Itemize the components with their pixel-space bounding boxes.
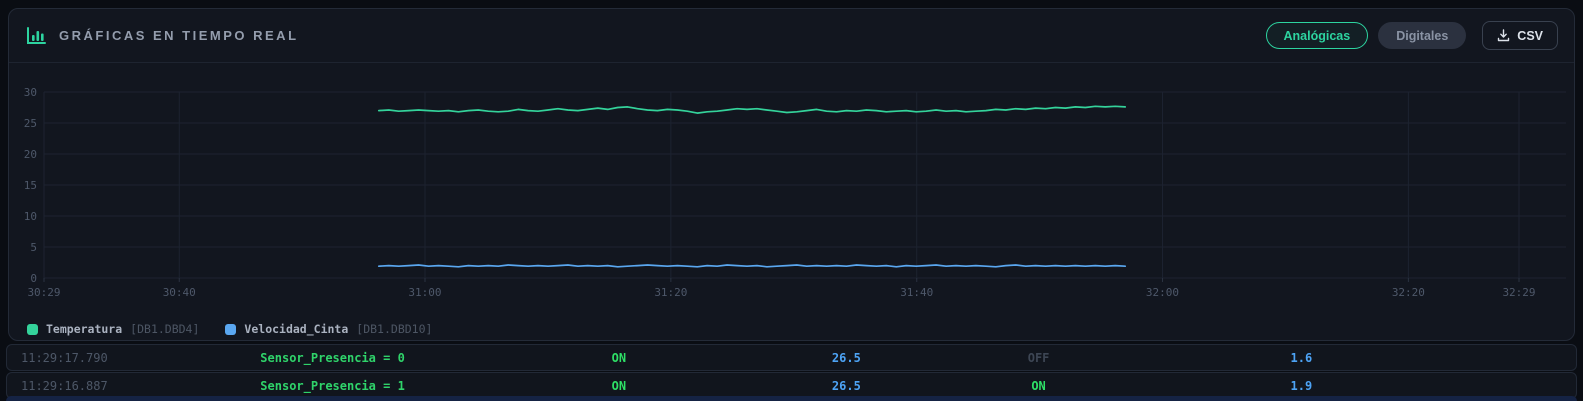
realtime-charts-card: GRÁFICAS EN TIEMPO REAL Analógicas Digit… <box>8 8 1575 341</box>
digital-tab-button[interactable]: Digitales <box>1378 22 1467 49</box>
svg-text:20: 20 <box>24 148 37 161</box>
log-cell-num: 1.6 <box>1290 350 1313 365</box>
log-row[interactable]: 11:29:17.790 Sensor_Presencia = 0 ON 26.5 OF… <box>6 344 1577 371</box>
event-log-list: 11:29:17.790 Sensor_Presencia = 0 ON 26.5 OF… <box>6 344 1577 400</box>
log-cell-event: Sensor_Presencia = 0 <box>260 350 405 365</box>
svg-text:5: 5 <box>30 241 37 254</box>
legend-label: Velocidad_Cinta <box>244 322 349 336</box>
svg-text:32:20: 32:20 <box>1392 286 1425 299</box>
legend-swatch <box>225 323 237 335</box>
log-row[interactable]: 11:29:16.887 Sensor_Presencia = 1 ON 26.5 ON… <box>6 372 1577 399</box>
svg-text:30:40: 30:40 <box>163 286 196 299</box>
log-cell-on: ON <box>611 350 627 365</box>
svg-text:32:29: 32:29 <box>1502 286 1535 299</box>
download-icon <box>1497 29 1510 42</box>
log-cell-num: 26.5 <box>831 378 861 393</box>
log-cell-off: OFF <box>1027 350 1050 365</box>
legend-item-velocidad_cinta[interactable]: Velocidad_Cinta [DB1.DBD10] <box>225 322 432 336</box>
log-cell-on: ON <box>611 378 627 393</box>
bar-chart-icon <box>25 26 47 46</box>
svg-text:30: 30 <box>24 86 37 99</box>
log-cell-num: 26.5 <box>831 350 861 365</box>
svg-text:15: 15 <box>24 179 37 192</box>
log-cell-time: 11:29:17.790 <box>21 350 108 365</box>
svg-text:31:20: 31:20 <box>654 286 687 299</box>
csv-button-label: CSV <box>1517 28 1543 43</box>
log-cell-time: 11:29:16.887 <box>21 378 108 393</box>
page-title: GRÁFICAS EN TIEMPO REAL <box>59 28 299 43</box>
log-cell-on: ON <box>1031 378 1046 393</box>
line-chart-canvas[interactable]: 0 5 10 15 20 25 30 30:29 30:40 31:00 31:20 31:40 32:… <box>9 63 1574 313</box>
legend-item-temperatura[interactable]: Temperatura [DB1.DBD4] <box>27 322 199 336</box>
next-row-partial <box>6 396 1577 401</box>
svg-text:31:40: 31:40 <box>900 286 933 299</box>
legend-tag: [DB1.DBD10] <box>356 322 433 336</box>
legend-label: Temperatura <box>46 322 123 336</box>
svg-text:0: 0 <box>30 272 37 285</box>
svg-text:32:00: 32:00 <box>1146 286 1179 299</box>
csv-download-button[interactable]: CSV <box>1482 21 1558 50</box>
svg-text:10: 10 <box>24 210 37 223</box>
log-cell-event: Sensor_Presencia = 1 <box>260 378 405 393</box>
card-header: GRÁFICAS EN TIEMPO REAL Analógicas Digit… <box>9 9 1574 63</box>
chart-legend: Temperatura [DB1.DBD4] Velocidad_Cinta [DB1… <box>9 318 1574 336</box>
svg-text:30:29: 30:29 <box>27 286 60 299</box>
legend-tag: [DB1.DBD4] <box>130 322 200 336</box>
legend-swatch <box>27 323 38 335</box>
log-cell-num: 1.9 <box>1290 378 1313 393</box>
svg-text:25: 25 <box>24 117 37 130</box>
realtime-chart: 0 5 10 15 20 25 30 30:29 30:40 31:00 31:20 31:40 32:… <box>9 63 1574 336</box>
svg-text:31:00: 31:00 <box>408 286 441 299</box>
analog-tab-button[interactable]: Analógicas <box>1265 22 1369 49</box>
